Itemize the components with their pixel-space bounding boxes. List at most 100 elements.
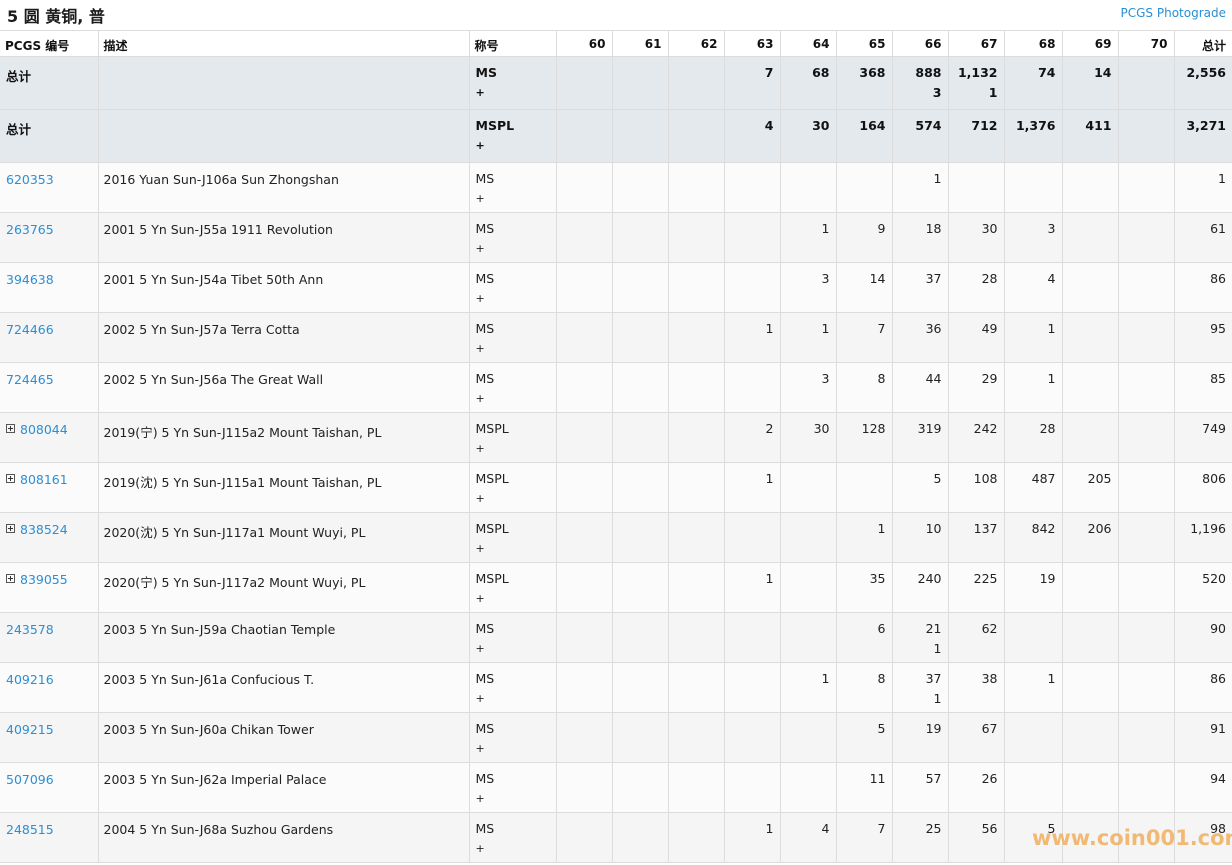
row-total: 2,556 [1174,56,1232,110]
grade-63-cell: 7 [724,56,781,110]
population-count: 67 [981,721,998,736]
grade-61-cell [612,612,669,663]
pcgs-number-link[interactable]: 839055 [20,572,68,587]
grade-68-cell [1004,762,1063,813]
col-header-description[interactable]: 描述 [98,30,470,57]
table-row: 839055 2020(宁) 5 Yn Sun-J117a2 Mount Wuyi… [0,562,1232,613]
population-count: 128 [861,421,886,436]
population-count: 5 [933,471,942,486]
col-header-grade-63[interactable]: 63 [724,30,781,57]
col-header-grade-66[interactable]: 66 [892,30,949,57]
grade-68-cell: 4 [1004,262,1063,313]
grade-68-cell [1004,162,1063,213]
col-header-pcgs[interactable]: PCGS 编号 [0,30,99,57]
table-row: 838524 2020(沈) 5 Yn Sun-J117a1 Mount Wuyi… [0,512,1232,563]
pcgs-number-link[interactable]: 507096 [6,772,54,787]
pcgs-number-link[interactable]: 838524 [20,522,68,537]
grade-61-cell [612,562,669,613]
pcgs-number-cell: 243578 [0,612,99,663]
pcgs-number-link[interactable]: 409215 [6,722,54,737]
expand-plus-icon[interactable] [6,474,15,483]
col-header-total[interactable]: 总计 [1174,30,1232,57]
grade-68-cell: 3 [1004,212,1063,263]
expand-plus-icon[interactable] [6,424,15,433]
col-header-grade-68[interactable]: 68 [1004,30,1063,57]
grade-64-cell: 30 [780,412,837,463]
grade-64-cell: 1 [780,212,837,263]
population-count: 62 [981,621,998,636]
pcgs-number-link[interactable]: 409216 [6,672,54,687]
grade-69-cell [1062,712,1119,763]
population-count: 205 [1087,471,1112,486]
table-row: 263765 2001 5 Yn Sun-J55a 1911 Revolution… [0,212,1232,263]
col-header-designation[interactable]: 称号 [469,30,557,57]
pcgs-number-link[interactable]: 263765 [6,222,54,237]
totals-row: 总计 MSPL +4 30 164 574 712 1,376 411 3,271 [0,109,1232,163]
expand-plus-icon[interactable] [6,524,15,533]
grade-69-cell [1062,762,1119,813]
col-header-grade-67[interactable]: 67 [948,30,1005,57]
grade-65-cell [836,162,893,213]
designation-label: MS [475,771,495,786]
pcgs-number-link[interactable]: 620353 [6,172,54,187]
population-count: 1 [877,521,886,536]
population-count: 842 [1031,521,1056,536]
pcgs-number-cell: 620353 [0,162,99,213]
pcgs-number-link[interactable]: 724465 [6,372,54,387]
col-header-grade-69[interactable]: 69 [1062,30,1119,57]
coin-description: 2002 5 Yn Sun-J56a The Great Wall [98,362,470,413]
row-total: 86 [1174,662,1232,713]
population-count: 368 [859,65,886,80]
grade-64-cell: 3 [780,362,837,413]
grade-61-cell [612,812,669,863]
population-count: 4 [1047,271,1056,286]
grade-70-cell [1118,312,1175,363]
grade-60-cell [556,162,613,213]
pcgs-number-link[interactable]: 724466 [6,322,54,337]
pcgs-number-link[interactable]: 243578 [6,622,54,637]
grade-70-cell [1118,262,1175,313]
grade-61-cell [612,362,669,413]
expand-plus-icon[interactable] [6,574,15,583]
designation-cell: MSPL + [469,109,557,163]
grade-64-cell: 3 [780,262,837,313]
population-count: 21 [925,621,942,636]
population-count: 1 [765,471,774,486]
population-count: 30 [981,221,998,236]
grade-70-cell [1118,712,1175,763]
population-count: 7 [877,321,886,336]
col-header-grade-61[interactable]: 61 [612,30,669,57]
grade-62-cell [668,312,725,363]
grade-65-cell: 6 [836,612,893,663]
grade-69-cell [1062,562,1119,613]
population-count: 1 [1047,671,1056,686]
col-header-grade-65[interactable]: 65 [836,30,893,57]
grade-67-cell: 29 [948,362,1005,413]
grade-65-cell: 7 [836,812,893,863]
grade-66-cell: 25 [892,812,949,863]
col-header-grade-60[interactable]: 60 [556,30,613,57]
grade-67-cell: 137 [948,512,1005,563]
plus-population-count: 1 [933,691,942,706]
grade-69-cell [1062,362,1119,413]
population-count: 26 [981,771,998,786]
col-header-grade-70[interactable]: 70 [1118,30,1175,57]
grade-68-cell [1004,712,1063,763]
grade-68-cell: 487 [1004,462,1063,513]
pcgs-number-link[interactable]: 394638 [6,272,54,287]
pcgs-number-link[interactable]: 808044 [20,422,68,437]
population-count: 1 [765,321,774,336]
grade-63-cell: 4 [724,109,781,163]
designation-cell: MS + [469,162,557,213]
population-count: 888 [915,65,942,80]
grade-61-cell [612,262,669,313]
pcgs-photograde-link[interactable]: PCGS Photograde [1121,6,1226,20]
col-header-grade-62[interactable]: 62 [668,30,725,57]
col-header-grade-64[interactable]: 64 [780,30,837,57]
pcgs-number-link[interactable]: 248515 [6,822,54,837]
grade-60-cell [556,462,613,513]
designation-cell: MSPL + [469,512,557,563]
pcgs-number-link[interactable]: 808161 [20,472,68,487]
population-count: 1 [821,671,830,686]
table-row: 724465 2002 5 Yn Sun-J56a The Great Wall M… [0,362,1232,413]
